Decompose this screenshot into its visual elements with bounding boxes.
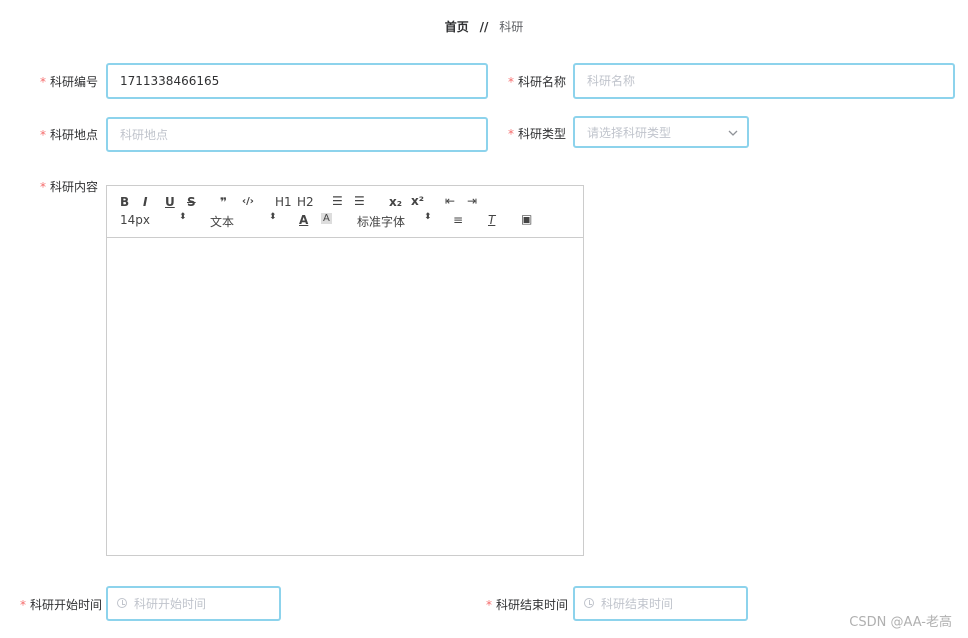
start-time-picker[interactable]: 科研开始时间 <box>106 586 281 621</box>
indent-button[interactable]: ⇥ <box>467 194 477 208</box>
updown-icon: ⬍ <box>424 212 432 222</box>
font-color-button[interactable]: A <box>299 213 308 227</box>
code-block-button[interactable]: ‹/› <box>242 196 254 207</box>
clock-icon <box>117 598 127 608</box>
end-time-picker[interactable]: 科研结束时间 <box>573 586 748 621</box>
italic-button[interactable]: I <box>143 195 147 209</box>
breadcrumb-separator: // <box>479 20 489 34</box>
ordered-list-button[interactable]: ☰ <box>332 194 343 208</box>
font-family-picker[interactable]: 标准字体 <box>357 213 405 230</box>
image-button[interactable]: ▣ <box>521 212 532 226</box>
research-name-label: * 科研名称 <box>508 75 567 89</box>
research-content-label: * 科研内容 <box>40 180 99 194</box>
updown-icon: ⬍ <box>269 212 277 222</box>
background-color-button[interactable]: A <box>321 213 332 224</box>
superscript-button[interactable]: x² <box>411 194 424 208</box>
rich-text-editor: B I U S ❞ ‹/› H1 H2 ☰ ☰ x₂ x² ⇤ ⇥ 14px ⬍… <box>106 185 584 556</box>
size-picker[interactable]: 14px <box>120 213 150 227</box>
watermark: CSDN @AA-老高 <box>849 615 952 630</box>
research-type-label: * 科研类型 <box>508 127 567 141</box>
breadcrumb-current: 科研 <box>499 20 524 34</box>
research-type-select[interactable]: 请选择科研类型 <box>573 116 749 148</box>
editor-content-area[interactable] <box>107 238 583 555</box>
editor-toolbar: B I U S ❞ ‹/› H1 H2 ☰ ☰ x₂ x² ⇤ ⇥ 14px ⬍… <box>107 186 583 238</box>
end-time-label: * 科研结束时间 <box>486 598 569 612</box>
bold-button[interactable]: B <box>120 195 129 209</box>
chevron-down-icon <box>728 130 738 136</box>
bullet-list-button[interactable]: ☰ <box>354 194 365 208</box>
blockquote-button[interactable]: ❞ <box>220 195 227 209</box>
research-place-input[interactable]: 科研地点 <box>106 117 488 152</box>
research-no-input[interactable]: 1711338466165 <box>106 63 488 99</box>
clean-format-button[interactable]: T <box>488 213 495 227</box>
start-time-label: * 科研开始时间 <box>20 598 103 612</box>
research-no-label: * 科研编号 <box>40 75 99 89</box>
research-name-input[interactable]: 科研名称 <box>573 63 955 99</box>
research-place-label: * 科研地点 <box>40 128 99 142</box>
subscript-button[interactable]: x₂ <box>389 195 402 209</box>
breadcrumb: 首页 // 科研 <box>0 18 968 35</box>
header-picker[interactable]: 文本 <box>210 213 234 230</box>
header2-button[interactable]: H2 <box>297 195 314 209</box>
align-button[interactable]: ≡ <box>453 213 463 227</box>
updown-icon: ⬍ <box>179 212 187 222</box>
breadcrumb-home[interactable]: 首页 <box>445 20 469 34</box>
header1-button[interactable]: H1 <box>275 195 292 209</box>
outdent-button[interactable]: ⇤ <box>445 194 455 208</box>
strike-button[interactable]: S <box>187 195 196 209</box>
clock-icon <box>584 598 594 608</box>
underline-button[interactable]: U <box>165 195 175 209</box>
